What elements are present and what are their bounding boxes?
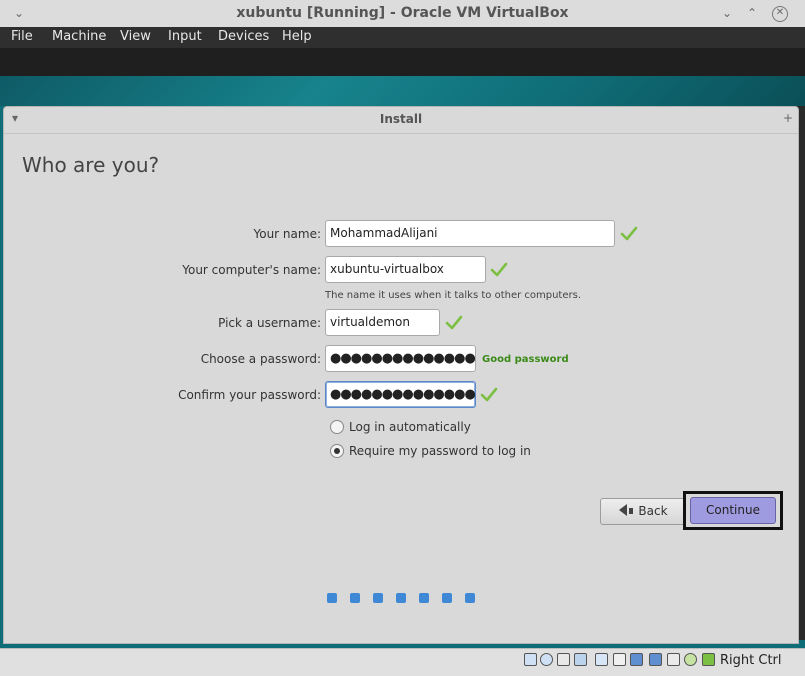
vrde-icon[interactable] <box>667 653 680 666</box>
hard-disk-icon[interactable] <box>524 653 537 666</box>
close-icon[interactable]: ✕ <box>772 6 788 22</box>
login-auto-radio[interactable] <box>330 420 344 434</box>
menu-devices[interactable]: Devices <box>218 29 269 44</box>
install-dialog-titlebar: ▾ Install + <box>4 107 798 134</box>
continue-button[interactable]: Continue <box>690 497 776 524</box>
confirm-password-valid-check-icon <box>480 387 498 402</box>
back-arrow-tail <box>629 508 634 514</box>
progress-step-3 <box>373 593 383 603</box>
progress-step-4 <box>396 593 406 603</box>
window-titlebar: ⌄ xubuntu [Running] - Oracle VM VirtualB… <box>0 0 805 28</box>
display-icon[interactable] <box>630 653 643 666</box>
optical-drive-icon[interactable] <box>540 653 553 666</box>
computer-name-valid-check-icon <box>490 262 508 277</box>
name-label: Your name: <box>253 227 321 241</box>
vm-statusbar: Right Ctrl <box>0 648 805 676</box>
video-capture-icon[interactable] <box>649 653 662 666</box>
install-dialog-title: Install <box>379 112 423 126</box>
username-label: Pick a username: <box>218 316 321 330</box>
password-strength-label: Good password <box>482 354 569 365</box>
dialog-plus-icon[interactable]: + <box>783 111 793 125</box>
progress-step-2 <box>350 593 360 603</box>
mouse-integration-icon[interactable] <box>702 653 715 666</box>
network-icon[interactable] <box>574 653 587 666</box>
progress-step-6 <box>442 593 452 603</box>
window-title: xubuntu [Running] - Oracle VM VirtualBox <box>236 5 569 21</box>
menu-file[interactable]: File <box>11 29 33 44</box>
menu-view[interactable]: View <box>120 29 151 44</box>
confirm-password-field[interactable]: ●●●●●●●●●●●●●●● <box>325 381 476 408</box>
audio-icon[interactable] <box>557 653 570 666</box>
password-label: Choose a password: <box>200 352 321 366</box>
page-title: Who are you? <box>22 153 160 177</box>
back-button-label: Back <box>638 504 668 518</box>
name-valid-check-icon <box>620 226 638 241</box>
progress-step-1 <box>327 593 337 603</box>
computer-name-label: Your computer's name: <box>182 263 321 277</box>
name-field[interactable]: MohammadAlijani <box>325 220 615 247</box>
maximize-icon[interactable]: ⌃ <box>747 6 757 20</box>
menubar: File Machine View Input Devices Help <box>0 27 805 48</box>
password-field[interactable]: ●●●●●●●●●●●●●●● <box>325 345 476 372</box>
menu-input[interactable]: Input <box>168 29 202 44</box>
computer-name-hint: The name it uses when it talks to other … <box>325 290 582 301</box>
require-password-label[interactable]: Require my password to log in <box>349 444 531 458</box>
login-auto-label[interactable]: Log in automatically <box>349 420 471 434</box>
require-password-radio[interactable] <box>330 444 344 458</box>
computer-name-field[interactable]: xubuntu-virtualbox <box>325 256 486 283</box>
username-field[interactable]: virtualdemon <box>325 309 440 336</box>
install-dialog: ▾ Install + Who are you? Your name: Moha… <box>3 106 799 644</box>
usb-icon[interactable] <box>595 653 608 666</box>
shared-folder-icon[interactable] <box>613 653 626 666</box>
confirm-password-label: Confirm your password: <box>178 388 321 402</box>
vm-display-top <box>0 48 805 76</box>
continue-button-focus-ring: Continue <box>683 491 783 530</box>
vm-desktop-wallpaper <box>0 76 805 106</box>
progress-step-7 <box>465 593 475 603</box>
back-arrow-icon <box>619 504 628 516</box>
host-key-label: Right Ctrl <box>720 653 782 668</box>
minimize-icon[interactable]: ⌄ <box>722 6 732 20</box>
progress-step-5 <box>419 593 429 603</box>
menu-help[interactable]: Help <box>282 29 312 44</box>
cpu-icon[interactable] <box>684 653 697 666</box>
back-button[interactable]: Back <box>600 498 687 525</box>
menu-machine[interactable]: Machine <box>52 29 106 44</box>
username-valid-check-icon <box>445 315 463 330</box>
